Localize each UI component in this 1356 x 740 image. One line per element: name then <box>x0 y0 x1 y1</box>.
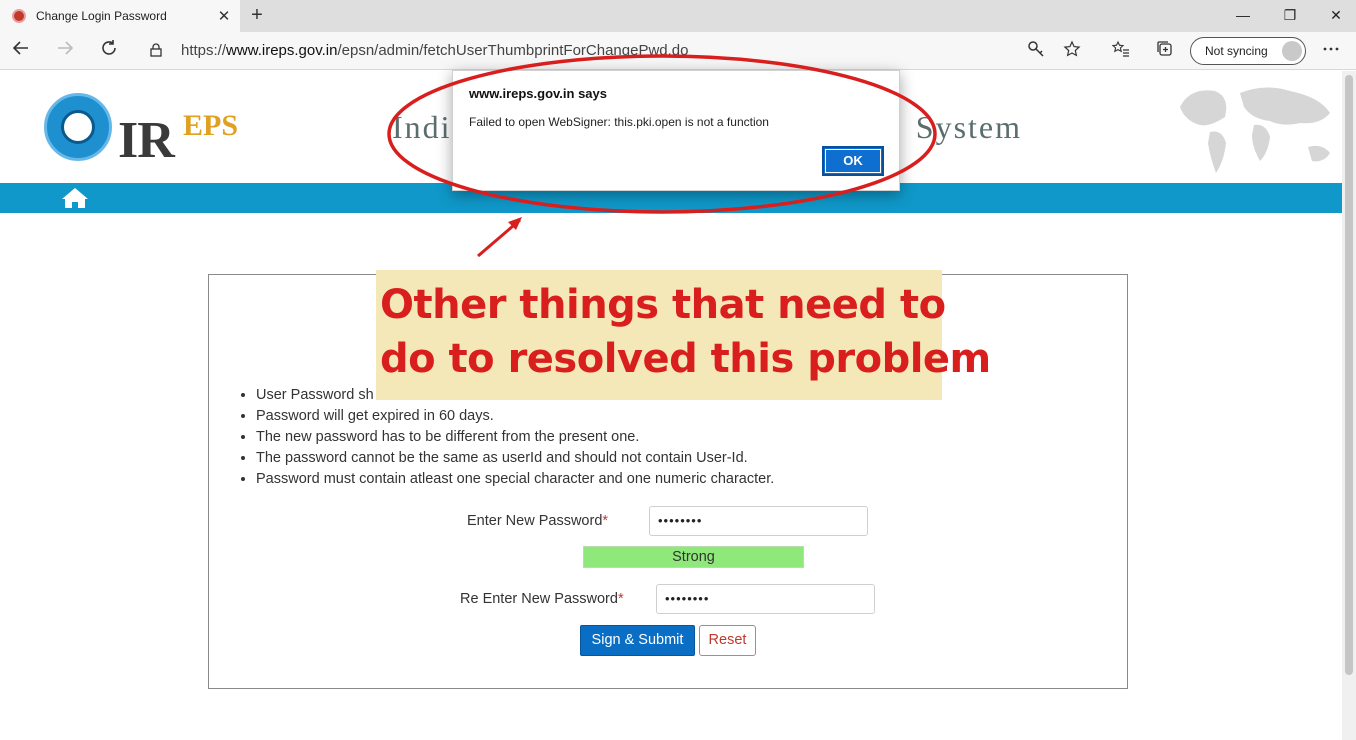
logo-ir: IR <box>118 112 175 169</box>
world-map-graphic-icon <box>1180 87 1330 173</box>
alert-dialog: www.ireps.gov.in says Failed to open Web… <box>452 70 900 191</box>
new-password-label: Enter New Password* <box>467 513 609 529</box>
list-item: Password will get expired in 60 days. <box>256 406 774 427</box>
back-arrow-icon[interactable] <box>8 38 34 64</box>
dialog-ok-button[interactable]: OK <box>822 146 884 176</box>
tab-strip: Change Login Password ✕ + — ❐ ✕ <box>0 0 1356 32</box>
collections-icon[interactable] <box>1154 40 1176 62</box>
indian-railways-emblem-icon <box>44 93 112 161</box>
list-item: Password must contain atleast one specia… <box>256 469 774 490</box>
not-syncing-button[interactable]: Not syncing <box>1190 37 1306 65</box>
close-tab-icon[interactable]: ✕ <box>212 7 236 25</box>
sign-submit-button[interactable]: Sign & Submit <box>580 625 695 656</box>
list-item: The new password has to be different fro… <box>256 427 774 448</box>
minimize-button[interactable]: — <box>1220 0 1266 30</box>
annotation-line-1: Other things that need to <box>380 282 946 328</box>
password-strength-indicator: Strong <box>583 546 804 568</box>
forward-arrow-icon[interactable] <box>52 38 78 64</box>
close-window-button[interactable]: ✕ <box>1313 0 1356 30</box>
url-field[interactable]: https://www.ireps.gov.in/epsn/admin/fetc… <box>181 42 688 59</box>
reenter-password-label: Re Enter New Password* <box>460 591 624 607</box>
dialog-title: www.ireps.gov.in says <box>469 86 607 101</box>
favorites-list-icon[interactable] <box>1110 40 1132 62</box>
browser-tab[interactable]: Change Login Password ✕ <box>0 0 240 32</box>
zoom-key-icon[interactable] <box>1025 40 1047 62</box>
tab-favicon-icon <box>12 9 26 23</box>
favorite-star-icon[interactable] <box>1061 40 1083 62</box>
more-menu-icon[interactable] <box>1320 40 1342 62</box>
address-bar-row: https://www.ireps.gov.in/epsn/admin/fetc… <box>0 32 1356 70</box>
profile-avatar-icon <box>1282 41 1302 61</box>
reset-button[interactable]: Reset <box>699 625 756 656</box>
annotation-callout: Other things that need to do to resolved… <box>376 270 991 400</box>
dialog-message: Failed to open WebSigner: this.pki.open … <box>469 115 769 129</box>
annotation-line-2: do to resolved this problem <box>380 336 991 382</box>
new-password-input[interactable]: •••••••• <box>649 506 868 536</box>
list-item: The password cannot be the same as userI… <box>256 448 774 469</box>
lock-icon[interactable] <box>150 43 162 57</box>
reenter-password-input[interactable]: •••••••• <box>656 584 875 614</box>
home-icon[interactable] <box>60 186 90 210</box>
new-tab-button[interactable]: + <box>246 4 268 26</box>
password-rules-list: User Password sh Password will get expir… <box>256 385 774 490</box>
refresh-icon[interactable] <box>96 38 122 64</box>
page-scrollbar[interactable] <box>1342 71 1356 740</box>
logo-eps: EPS <box>183 109 239 142</box>
tab-title: Change Login Password <box>36 9 167 23</box>
maximize-button[interactable]: ❐ <box>1267 0 1313 30</box>
